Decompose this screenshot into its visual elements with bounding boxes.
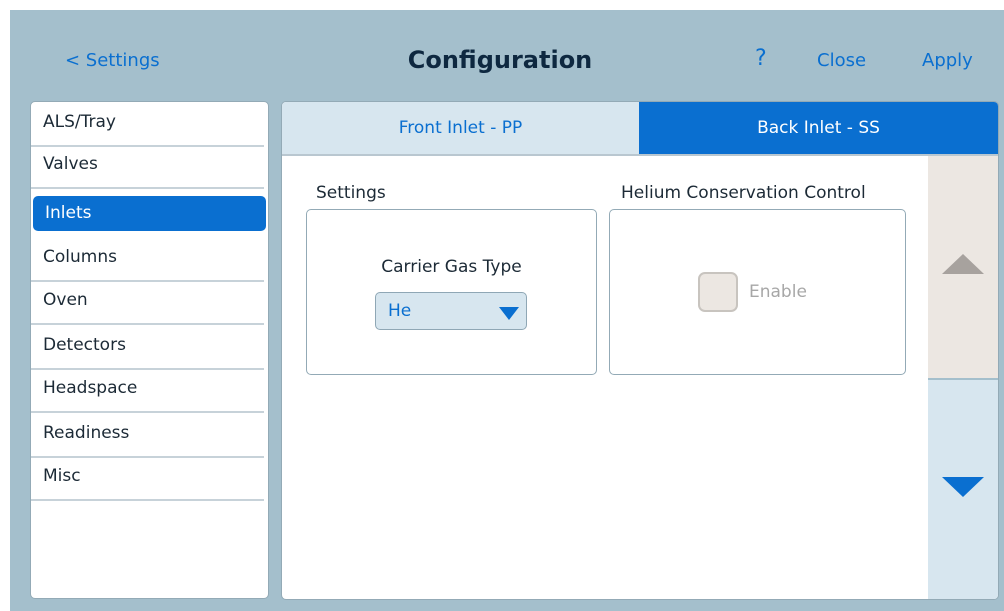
sidebar-item-columns[interactable]: Columns	[31, 240, 264, 282]
tab-divider	[282, 154, 998, 156]
enable-checkbox[interactable]	[698, 272, 738, 312]
helium-group-box: Enable	[609, 209, 906, 375]
helium-group-title: Helium Conservation Control	[621, 183, 866, 203]
main-panel: Front Inlet - PP Back Inlet - SS Setting…	[281, 101, 999, 600]
scroll-up-button[interactable]	[928, 156, 998, 378]
settings-group-box: Carrier Gas Type He	[306, 209, 597, 375]
apply-button[interactable]: Apply	[922, 50, 973, 71]
triangle-up-icon	[942, 254, 984, 274]
carrier-gas-dropdown[interactable]: He	[375, 292, 527, 330]
help-button[interactable]: ?	[755, 46, 767, 71]
app-frame: < Settings Configuration ? Close Apply A…	[10, 10, 1004, 611]
back-settings-link[interactable]: < Settings	[65, 50, 160, 71]
top-bar: < Settings Configuration ? Close Apply	[10, 10, 1004, 100]
close-button[interactable]: Close	[817, 50, 866, 71]
triangle-down-icon	[942, 477, 984, 497]
sidebar-item-oven[interactable]: Oven	[31, 283, 264, 325]
sidebar-item-valves[interactable]: Valves	[31, 147, 264, 189]
page-title: Configuration	[407, 46, 593, 74]
sidebar-item-detectors[interactable]: Detectors	[31, 328, 264, 370]
sidebar-item-misc[interactable]: Misc	[31, 459, 264, 501]
settings-group-title: Settings	[316, 183, 386, 203]
scroll-down-button[interactable]	[928, 380, 998, 599]
sidebar-item-readiness[interactable]: Readiness	[31, 416, 264, 458]
carrier-gas-label: Carrier Gas Type	[381, 257, 522, 277]
sidebar-item-headspace[interactable]: Headspace	[31, 371, 264, 413]
sidebar-item-inlets[interactable]: Inlets	[33, 196, 266, 231]
sidebar-item-als-tray[interactable]: ALS/Tray	[31, 105, 264, 147]
tab-front-inlet[interactable]: Front Inlet - PP	[282, 102, 639, 154]
chevron-down-icon	[499, 307, 519, 320]
carrier-gas-value: He	[388, 301, 412, 321]
enable-label: Enable	[749, 282, 807, 302]
sidebar: ALS/Tray Valves Inlets Columns Oven Dete…	[30, 101, 269, 599]
tab-back-inlet[interactable]: Back Inlet - SS	[639, 102, 998, 154]
